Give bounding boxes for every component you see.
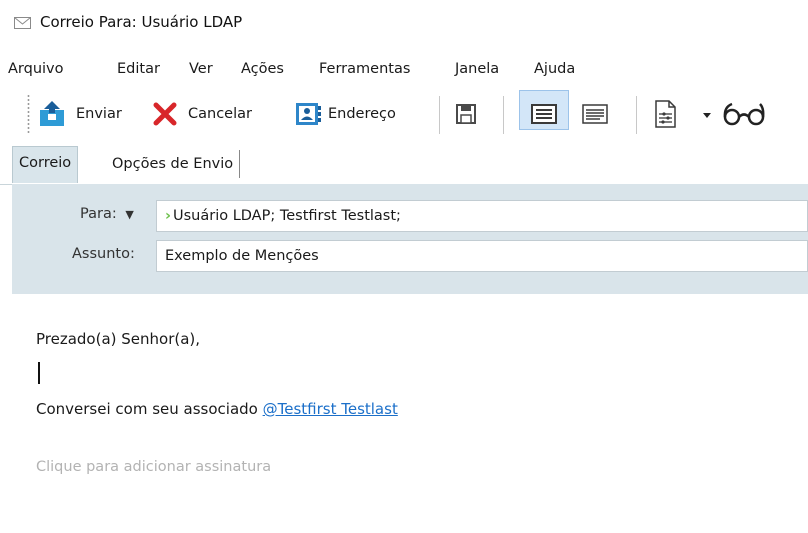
menu-editar[interactable]: Editar [117, 61, 160, 77]
template-button[interactable] [650, 96, 680, 132]
send-label: Enviar [76, 106, 122, 122]
chevron-down-icon: ▼ [125, 208, 134, 221]
save-button[interactable] [452, 96, 480, 132]
send-icon [40, 101, 64, 126]
menu-acoes[interactable]: Ações [241, 61, 284, 77]
menu-janela[interactable]: Janela [455, 61, 499, 77]
greeting-text: Prezado(a) Senhor(a), [36, 330, 201, 348]
title-bar: Correio Para: Usuário LDAP [0, 0, 808, 44]
signature-placeholder[interactable]: Clique para adicionar assinatura [36, 459, 271, 475]
subject-field[interactable]: Exemplo de Menções [156, 240, 808, 272]
window-title: Correio Para: Usuário LDAP [40, 13, 243, 31]
mention-link[interactable]: @Testfirst Testlast [263, 400, 398, 418]
to-recipients: Usuário LDAP; Testfirst Testlast; [172, 208, 401, 224]
cancel-label: Cancelar [188, 106, 252, 122]
text-cursor [38, 362, 40, 384]
glasses-icon [723, 102, 765, 126]
html-view-button[interactable] [580, 96, 610, 132]
to-label[interactable]: Para: ▼ [80, 206, 134, 222]
body-line: Conversei com seu associado @Testfirst T… [36, 400, 398, 418]
subject-label: Assunto: [72, 246, 135, 262]
toolbar: Enviar Cancelar Endereço [0, 86, 808, 142]
address-book-icon [296, 103, 321, 125]
toolbar-separator [503, 96, 504, 134]
dropdown-button[interactable] [700, 96, 714, 132]
text-view-icon [531, 104, 557, 124]
address-book-button[interactable]: Endereço [290, 96, 396, 132]
tab-opcoes-de-envio[interactable]: Opções de Envio [106, 150, 241, 178]
html-view-icon [582, 104, 608, 124]
menu-ajuda[interactable]: Ajuda [534, 61, 575, 77]
chevron-right-icon: › [165, 208, 171, 224]
cancel-button[interactable]: Cancelar [150, 96, 252, 132]
menu-bar: Arquivo Editar Ver Ações Ferramentas Jan… [0, 58, 808, 84]
save-icon [456, 104, 476, 124]
menu-ferramentas[interactable]: Ferramentas [319, 61, 410, 77]
menu-arquivo[interactable]: Arquivo [8, 61, 64, 77]
menu-ver[interactable]: Ver [189, 61, 213, 77]
proofread-button[interactable] [718, 96, 774, 132]
document-settings-icon [655, 100, 676, 128]
compose-header: Para: ▼ › Usuário LDAP; Testfirst Testlas… [12, 184, 808, 294]
plain-text-view-button[interactable] [529, 96, 559, 132]
tab-correio[interactable]: Correio [12, 146, 79, 183]
close-icon [153, 102, 177, 126]
envelope-icon [14, 17, 31, 29]
body-text: Conversei com seu associado [36, 400, 263, 418]
address-label: Endereço [328, 106, 396, 122]
toolbar-grip[interactable] [27, 94, 30, 134]
chevron-down-icon [703, 113, 711, 118]
toolbar-separator [636, 96, 637, 134]
to-field[interactable]: › Usuário LDAP; Testfirst Testlast; [156, 200, 808, 232]
send-button[interactable]: Enviar [36, 96, 122, 132]
toolbar-separator [439, 96, 440, 134]
tab-strip: Correio Opções de Envio [0, 144, 808, 185]
